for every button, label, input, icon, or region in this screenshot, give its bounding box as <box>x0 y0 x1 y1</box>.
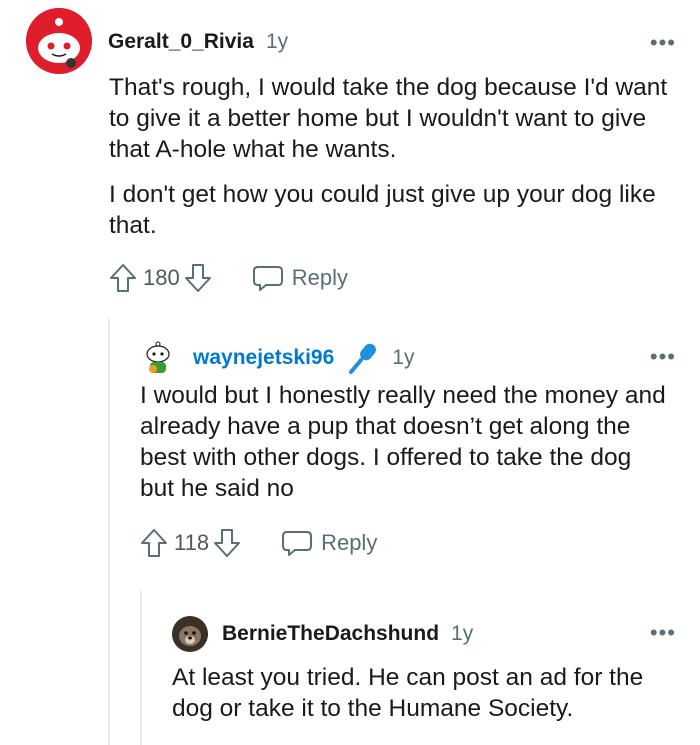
more-options-icon[interactable]: ••• <box>650 620 676 646</box>
reply-label: Reply <box>291 265 348 290</box>
comment-actions: 180 Reply <box>109 263 676 293</box>
avatar[interactable] <box>140 340 176 376</box>
vote-score: 180 <box>143 265 180 290</box>
avatar[interactable] <box>172 616 208 652</box>
more-options-icon[interactable]: ••• <box>650 344 676 370</box>
username[interactable]: waynejetski96 <box>193 346 334 370</box>
comment-actions: 118 Reply <box>140 528 676 558</box>
reply-icon <box>252 266 283 291</box>
snoo-avatar-icon <box>146 341 170 373</box>
vote-group: 180 <box>109 263 212 293</box>
username[interactable]: BernieTheDachshund <box>222 622 439 646</box>
comment-body: That's rough, I would take the dog becau… <box>109 72 679 241</box>
comment-header: BernieTheDachshund 1y ••• <box>172 616 676 652</box>
comment-header: waynejetski96 1y ••• <box>140 340 676 376</box>
thread-line <box>140 590 142 745</box>
comment-paragraph: I would but I honestly really need the m… <box>140 382 666 502</box>
thread-line <box>108 318 110 745</box>
downvote-icon[interactable] <box>184 263 212 293</box>
comment: waynejetski96 1y ••• I would but I hones… <box>140 340 676 558</box>
comment-age: 1y <box>392 346 415 369</box>
reply-icon <box>282 531 313 556</box>
comment-paragraph: At least you tried. He can post an ad fo… <box>172 664 644 722</box>
comment-age: 1y <box>451 622 474 645</box>
snoo-avatar-icon <box>26 8 92 74</box>
comment-age: 1y <box>265 30 289 53</box>
dog-avatar-icon <box>172 616 208 652</box>
comment: BernieTheDachshund 1y ••• At least you t… <box>172 616 676 738</box>
reply-button[interactable]: Reply <box>281 529 377 557</box>
comment: Geralt_0_Rivia 1y ••• That's rough, I wo… <box>26 8 679 293</box>
upvote-icon[interactable] <box>109 263 137 293</box>
more-options-icon[interactable]: ••• <box>650 30 676 56</box>
comment-paragraph: I don't get how you could just give up y… <box>109 181 656 239</box>
reply-label: Reply <box>321 530 378 555</box>
comment-header: Geralt_0_Rivia 1y ••• <box>26 8 676 74</box>
vote-group: 118 <box>140 528 241 558</box>
reply-button[interactable]: Reply <box>252 264 348 292</box>
downvote-icon[interactable] <box>213 528 241 558</box>
comment-paragraph: That's rough, I would take the dog becau… <box>109 74 668 163</box>
vote-score: 118 <box>174 530 210 555</box>
comment-body: I would but I honestly really need the m… <box>140 380 670 504</box>
avatar[interactable] <box>26 8 92 74</box>
comment-body: At least you tried. He can post an ad fo… <box>172 662 672 724</box>
microphone-icon <box>346 341 380 375</box>
upvote-icon[interactable] <box>140 528 168 558</box>
username[interactable]: Geralt_0_Rivia <box>108 30 254 54</box>
